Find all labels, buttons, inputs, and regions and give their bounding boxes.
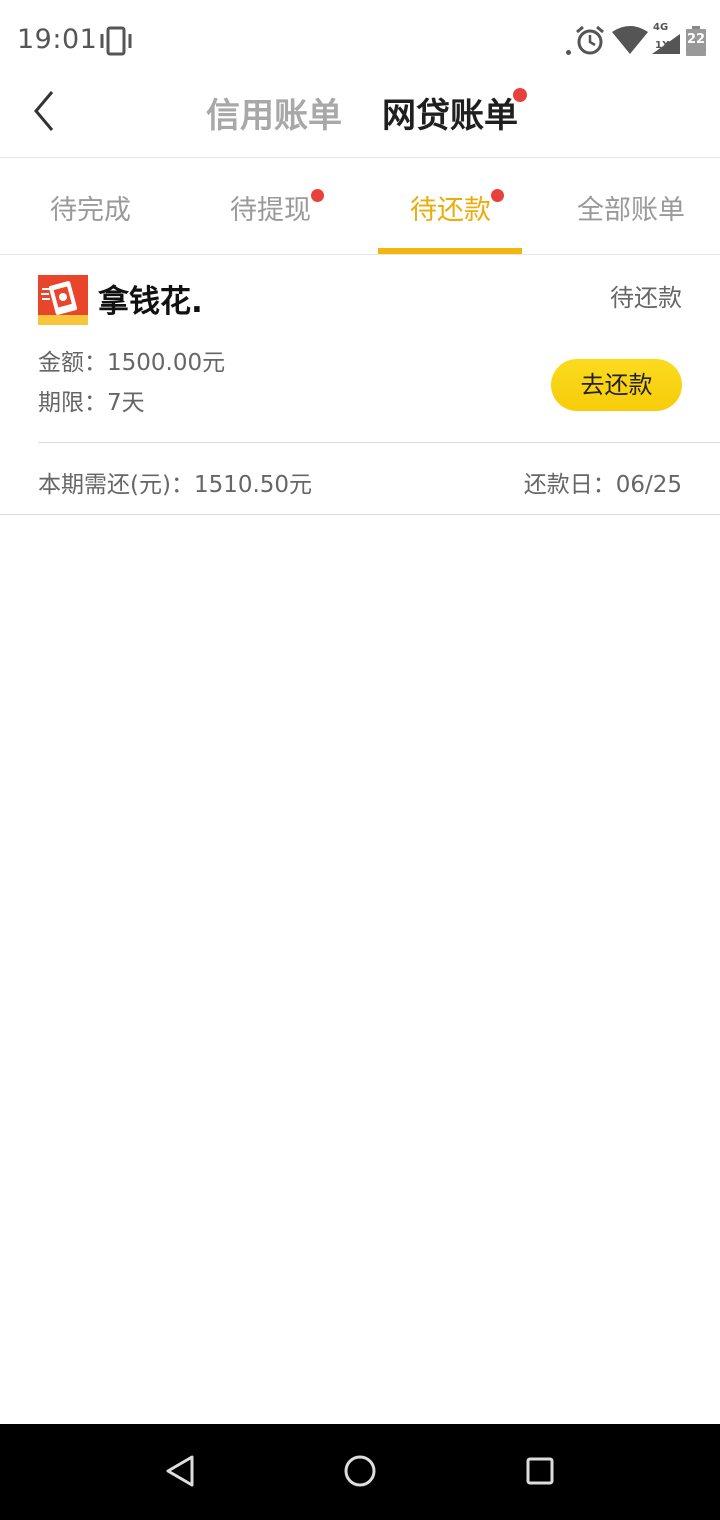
repay-button[interactable]: 去还款 bbox=[551, 359, 682, 411]
battery-level: 22 bbox=[686, 32, 706, 47]
vibrate-icon bbox=[100, 26, 132, 56]
tab-credit-bill[interactable]: 信用账单 bbox=[206, 88, 342, 137]
alarm-icon bbox=[576, 25, 604, 55]
subtab-divider bbox=[0, 254, 720, 255]
loan-status-label: 待还款 bbox=[610, 284, 682, 312]
network-type-4g: 4G bbox=[653, 22, 669, 33]
app-logo-icon bbox=[38, 275, 88, 325]
subtab-all-bills[interactable]: 全部账单 bbox=[577, 188, 685, 227]
status-bar: 19:01 4G 1X 22 bbox=[0, 0, 720, 82]
card-bottom-border bbox=[0, 514, 720, 515]
subtab-badge-dot bbox=[491, 189, 504, 202]
card-divider bbox=[38, 442, 720, 443]
subtab-pending-withdraw[interactable]: 待提现 bbox=[230, 188, 311, 227]
due-date: 还款日：06/25 bbox=[523, 472, 682, 498]
loan-app-name: 拿钱花. bbox=[98, 284, 203, 320]
nav-recent-icon[interactable] bbox=[526, 1457, 554, 1485]
notification-dot bbox=[566, 50, 571, 55]
nav-home-icon[interactable] bbox=[343, 1454, 377, 1488]
nav-back-icon[interactable] bbox=[164, 1454, 196, 1488]
network-type-1x: 1X bbox=[655, 40, 670, 51]
loan-amount: 金额：1500.00元 bbox=[38, 350, 226, 376]
back-button[interactable] bbox=[28, 86, 64, 136]
tab-badge-dot bbox=[513, 88, 527, 102]
wifi-icon bbox=[612, 26, 648, 54]
header-divider bbox=[0, 157, 720, 158]
loan-term: 期限：7天 bbox=[38, 390, 145, 416]
subtab-pending-repay[interactable]: 待还款 bbox=[410, 188, 491, 227]
due-amount: 本期需还(元)：1510.50元 bbox=[38, 472, 313, 498]
tab-online-loan-bill[interactable]: 网贷账单 bbox=[382, 88, 518, 137]
status-time: 19:01 bbox=[17, 24, 98, 55]
subtab-pending-complete[interactable]: 待完成 bbox=[50, 188, 131, 227]
subtab-badge-dot bbox=[311, 189, 324, 202]
